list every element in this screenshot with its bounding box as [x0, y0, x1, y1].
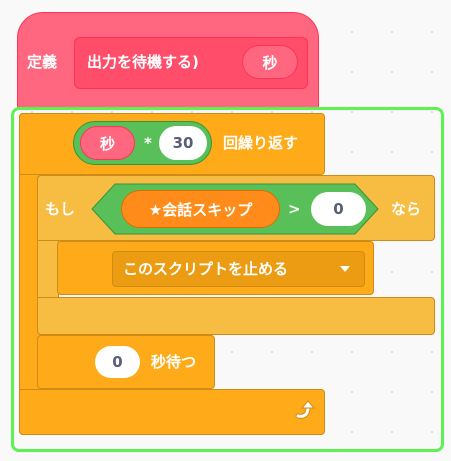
procedure-label: 出力を待機する)	[87, 53, 199, 71]
procedure-param-reporter[interactable]: 秒	[242, 45, 298, 79]
define-keyword: 定義	[27, 53, 58, 71]
selection-outline	[11, 107, 444, 452]
